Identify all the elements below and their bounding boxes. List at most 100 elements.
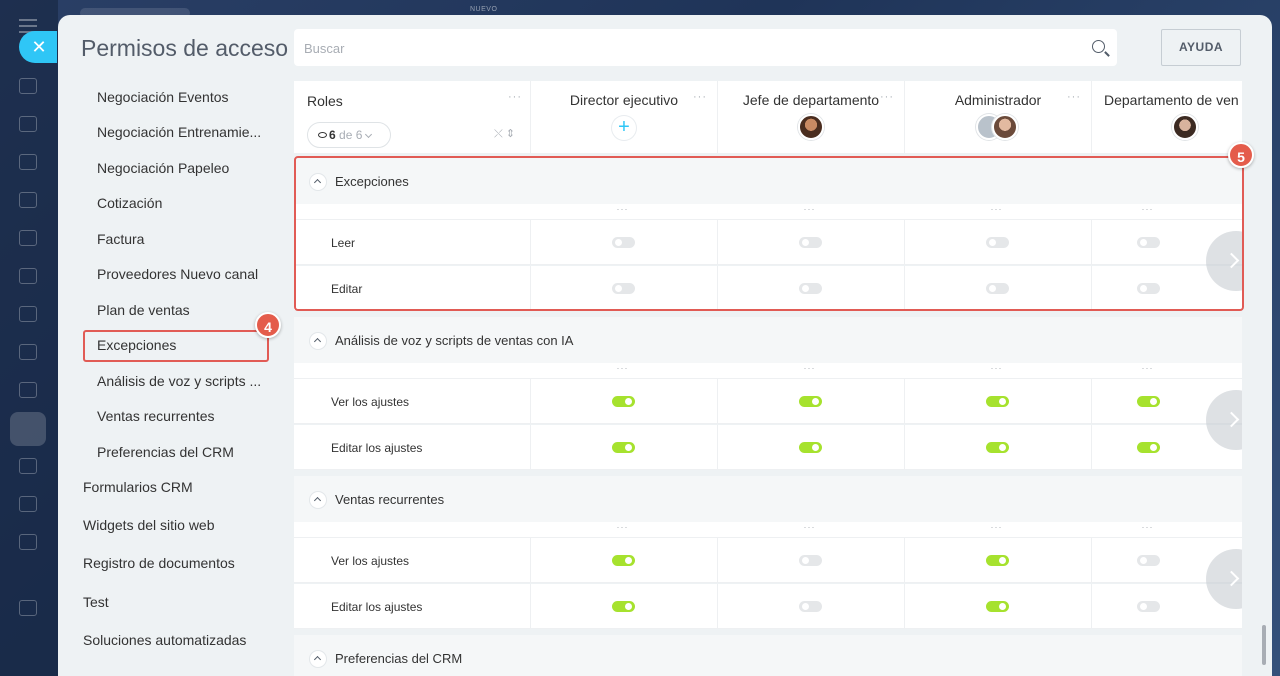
page-title: Permisos de acceso [81, 35, 289, 61]
permission-toggle[interactable] [1136, 396, 1160, 407]
analytics-icon[interactable] [19, 496, 37, 512]
sidebar-item[interactable]: Preferencias del CRM [97, 444, 234, 460]
crm-active-icon[interactable] [10, 412, 46, 446]
avatar[interactable] [992, 114, 1018, 140]
cell-divider [1091, 425, 1092, 469]
more-icon[interactable]: ··· [617, 363, 629, 373]
chevron-up-icon[interactable] [310, 651, 326, 667]
sidebar-item[interactable]: Formularios CRM [83, 479, 193, 495]
drive-icon[interactable] [19, 268, 37, 284]
cell-divider [1091, 584, 1092, 628]
permission-toggle[interactable] [611, 555, 635, 566]
more-icon[interactable]: ··· [617, 522, 629, 532]
chat-icon[interactable] [19, 116, 37, 132]
permission-toggle[interactable] [611, 601, 635, 612]
grid-icon[interactable] [19, 458, 37, 474]
table-header: Roles ··· 6 de 6 ⤬ ⇕ Director ejecutivo … [294, 81, 1242, 153]
mail-icon[interactable] [19, 306, 37, 322]
more-icon[interactable]: ··· [1067, 91, 1081, 103]
role-filter-chip[interactable]: 6 de 6 [307, 122, 391, 148]
sidebar-item[interactable]: Factura [97, 231, 144, 247]
scrollbar[interactable] [1262, 625, 1266, 665]
cell-divider [530, 425, 531, 469]
sidebar-item[interactable]: Proveedores Nuevo canal [97, 266, 258, 282]
sidebar-item[interactable]: Negociación Entrenamie... [97, 124, 261, 140]
collapse-expand-icon[interactable]: ⤬ ⇕ [494, 127, 515, 141]
table-row: Ver los ajustes [294, 379, 1242, 424]
sidebar-item[interactable]: Ventas recurrentes [97, 408, 215, 424]
tasks-icon[interactable] [19, 154, 37, 170]
cell-divider [1091, 379, 1092, 423]
more-icon[interactable]: ··· [804, 522, 816, 532]
permission-section: Ventas recurrentes ··· ··· ··· ··· Ver los aj… [294, 476, 1242, 630]
permission-toggle[interactable] [611, 396, 635, 407]
permission-toggle[interactable] [985, 442, 1009, 453]
column-header: Jefe de departamento ··· [717, 81, 904, 153]
more-icon[interactable]: ··· [880, 91, 894, 103]
close-button[interactable]: ✕ [19, 31, 57, 63]
sidebar-item[interactable]: Soluciones automatizadas [83, 632, 246, 648]
close-icon: ✕ [31, 37, 47, 57]
more-icon[interactable]: ··· [1142, 522, 1154, 532]
cell-divider [530, 538, 531, 582]
permission-label: Editar los ajustes [331, 441, 423, 455]
more-icon[interactable]: ··· [1142, 363, 1154, 373]
sidebar-item[interactable]: Negociación Papeleo [97, 160, 229, 176]
step-badge: 4 [255, 312, 281, 338]
column-name: Director ejecutivo [569, 92, 679, 108]
document-icon[interactable] [19, 230, 37, 246]
permission-toggle[interactable] [1136, 442, 1160, 453]
avatar[interactable] [1172, 114, 1198, 140]
more-icon[interactable]: ··· [508, 91, 522, 103]
permission-toggle[interactable] [798, 601, 822, 612]
permission-toggle[interactable] [1136, 601, 1160, 612]
section-header[interactable]: Análisis de voz y scripts de ventas con … [294, 317, 1242, 363]
sidebar-item[interactable]: Test [83, 594, 109, 610]
sidebar-item[interactable]: Negociación Eventos [97, 89, 229, 105]
chevron-up-icon[interactable] [310, 492, 326, 508]
cell-divider [717, 379, 718, 423]
permission-toggle[interactable] [985, 555, 1009, 566]
eye-icon [318, 132, 327, 138]
contacts-icon[interactable] [19, 344, 37, 360]
section-header[interactable]: Ventas recurrentes [294, 476, 1242, 522]
permission-toggle[interactable] [985, 601, 1009, 612]
section-title: Preferencias del CRM [335, 651, 463, 666]
settings-icon[interactable] [19, 600, 37, 616]
cart-icon[interactable] [19, 534, 37, 550]
permission-toggle[interactable] [985, 396, 1009, 407]
sidebar-item[interactable]: Widgets del sitio web [83, 517, 215, 533]
more-icon[interactable]: ··· [991, 522, 1003, 532]
rail-icon[interactable] [19, 78, 37, 94]
permission-toggle[interactable] [798, 555, 822, 566]
section-header[interactable]: Preferencias del CRM [294, 635, 1242, 676]
more-icon[interactable]: ··· [804, 363, 816, 373]
search-icon[interactable] [1092, 40, 1105, 53]
step-badge: 5 [1228, 142, 1254, 168]
avatar[interactable] [798, 114, 824, 140]
sidebar-item[interactable]: Registro de documentos [83, 555, 235, 571]
permission-toggle[interactable] [1136, 555, 1160, 566]
more-icon[interactable]: ··· [693, 91, 707, 103]
permission-label: Editar los ajustes [331, 600, 423, 614]
add-member-button[interactable]: + [612, 116, 636, 140]
permission-toggle[interactable] [611, 442, 635, 453]
more-icon[interactable]: ··· [991, 363, 1003, 373]
checklist-icon[interactable] [19, 382, 37, 398]
sidebar-item[interactable]: Análisis de voz y scripts ... [97, 373, 261, 389]
chevron-up-icon[interactable] [310, 333, 326, 349]
cell-divider [904, 584, 905, 628]
sidebar-item[interactable]: Plan de ventas [97, 302, 190, 318]
calendar-icon[interactable] [19, 192, 37, 208]
cell-divider [717, 538, 718, 582]
permission-toggle[interactable] [798, 396, 822, 407]
permission-toggle[interactable] [798, 442, 822, 453]
help-button[interactable]: AYUDA [1161, 29, 1241, 66]
left-rail [0, 0, 58, 676]
column-header: Administrador ··· [904, 81, 1091, 153]
sidebar-item[interactable]: Cotización [97, 195, 162, 211]
cell-divider [717, 425, 718, 469]
permission-section: Análisis de voz y scripts de ventas con … [294, 317, 1242, 471]
cell-divider [717, 584, 718, 628]
search-input[interactable]: Buscar [294, 29, 1117, 66]
